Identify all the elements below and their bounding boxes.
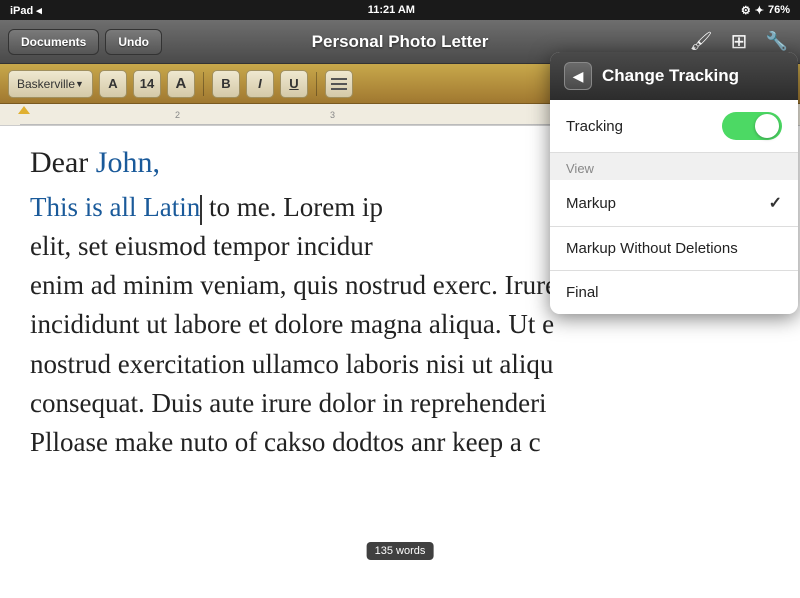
tracked-text: This is all Latin [30, 192, 200, 222]
change-tracking-panel: ◀ Change Tracking Tracking ON View Marku… [550, 52, 798, 314]
markup-checkmark: ✓ [769, 193, 782, 213]
italic-button[interactable]: I [246, 70, 274, 98]
word-count-badge: 135 words [367, 542, 434, 560]
panel-header: ◀ Change Tracking [550, 52, 798, 100]
tracking-label: Tracking [566, 118, 623, 135]
status-time: 11:21 AM [368, 4, 415, 16]
markup-without-deletions-menu-item[interactable]: Markup Without Deletions [550, 227, 798, 271]
undo-button[interactable]: Undo [105, 29, 162, 55]
final-menu-item[interactable]: Final [550, 271, 798, 314]
list-button[interactable] [325, 70, 353, 98]
ruler-mark-3: 3 [330, 110, 335, 120]
font-large-a-button[interactable]: A [167, 70, 195, 98]
body-line-5: consequat. Duis aute irure dolor in repr… [30, 388, 547, 418]
toolbar-divider-1 [203, 72, 204, 96]
markup-label: Markup [566, 195, 616, 212]
font-size-button[interactable]: 14 [133, 70, 161, 98]
body-line-6: Plloase make nuto of cakso dodtos anr ke… [30, 427, 541, 457]
documents-button[interactable]: Documents [8, 29, 99, 55]
status-left: iPad ◂ [10, 4, 42, 17]
ruler-mark-2: 2 [175, 110, 180, 120]
body-line-1: elit, set eiusmod tempor incidur [30, 231, 373, 261]
document-title: Personal Photo Letter [312, 32, 489, 52]
bold-button[interactable]: B [212, 70, 240, 98]
markup-menu-item[interactable]: Markup ✓ [550, 180, 798, 227]
font-dropdown-icon: ▼ [75, 79, 84, 89]
toolbar-divider-2 [316, 72, 317, 96]
tracking-toggle[interactable]: ON [722, 112, 782, 140]
ipad-label: iPad ◂ [10, 4, 42, 17]
underline-button[interactable]: U [280, 70, 308, 98]
font-style-a-button[interactable]: A [99, 70, 127, 98]
status-bar: iPad ◂ 11:21 AM ⚙ ✦ 76% [0, 0, 800, 20]
panel-title: Change Tracking [602, 66, 739, 86]
font-name: Baskerville [17, 77, 75, 91]
view-section-header: View [550, 153, 798, 180]
toggle-knob [755, 114, 779, 138]
back-icon: ◀ [573, 68, 584, 85]
body-line-3: incididunt ut labore et dolore magna ali… [30, 309, 554, 339]
font-selector[interactable]: Baskerville ▼ [8, 70, 93, 98]
body-after-cursor: to me. Lorem ip [202, 192, 383, 222]
panel-back-button[interactable]: ◀ [564, 62, 592, 90]
final-label: Final [566, 284, 599, 301]
left-tab-marker [18, 106, 30, 114]
markup-without-deletions-label: Markup Without Deletions [566, 240, 738, 257]
status-right: ⚙ ✦ 76% [741, 4, 790, 17]
name-text: John, [96, 146, 160, 179]
wifi-icon: ⚙ [741, 4, 751, 17]
body-line-4: nostrud exercitation ullamco laboris nis… [30, 349, 553, 379]
bluetooth-icon: ✦ [755, 4, 764, 17]
battery-indicator: 76% [768, 4, 790, 16]
tracking-row: Tracking ON [550, 100, 798, 153]
body-line-2: enim ad minim veniam, quis nostrud exerc… [30, 270, 557, 300]
